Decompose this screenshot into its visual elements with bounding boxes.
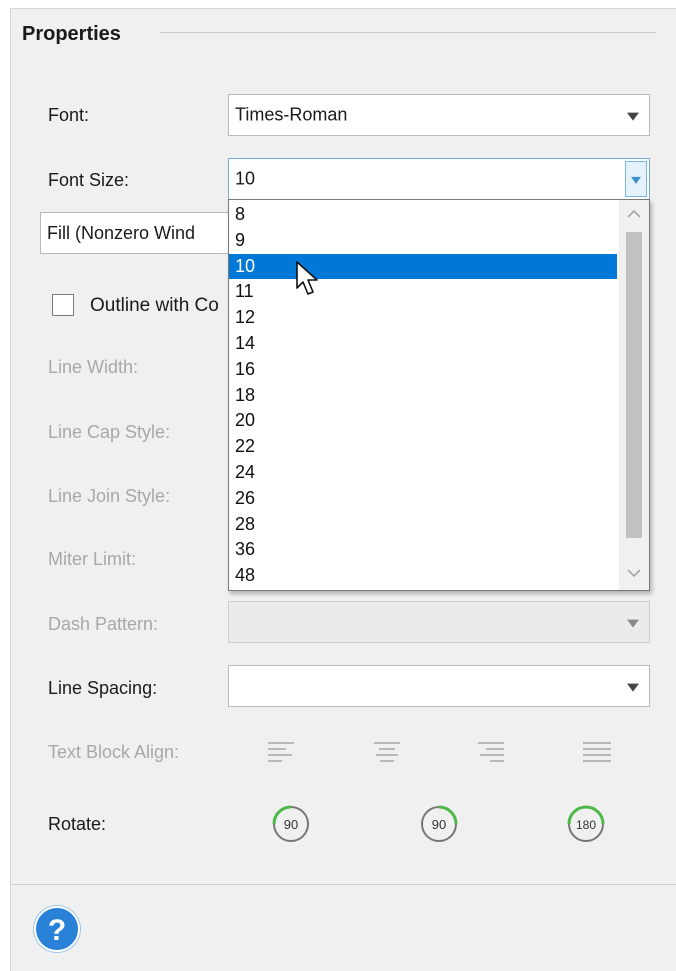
font-size-label: Font Size:	[48, 170, 130, 190]
font-size-option[interactable]: 8	[229, 202, 617, 228]
rotate-cw-90-icon[interactable]: 90	[419, 804, 459, 844]
font-label: Font:	[48, 105, 90, 125]
font-select[interactable]: Times-Roman	[228, 94, 650, 136]
font-size-dropdown-list: 8 9 10 11 12 14 16 18 20 22 24 26 28 36 48	[228, 199, 650, 591]
outline-checkbox-label: Outline with Co	[90, 295, 219, 316]
text-block-align-label: Text Block Align:	[48, 742, 180, 762]
rotate-ccw-90-icon[interactable]: 90	[271, 804, 311, 844]
font-size-option[interactable]: 36	[229, 537, 617, 563]
font-size-option[interactable]: 9	[229, 228, 617, 254]
scroll-thumb[interactable]	[626, 232, 642, 538]
font-size-option[interactable]: 48	[229, 563, 617, 589]
scroll-down-icon[interactable]	[619, 560, 649, 590]
chevron-down-icon	[627, 683, 639, 692]
section-divider	[160, 32, 656, 33]
font-size-option[interactable]: 11	[229, 279, 617, 305]
dash-pattern-label: Dash Pattern:	[48, 614, 159, 634]
rotate-ccw-90-text: 90	[284, 817, 298, 832]
font-size-option[interactable]: 12	[229, 305, 617, 331]
dash-pattern-select[interactable]	[228, 601, 650, 643]
line-spacing-label: Line Spacing:	[48, 678, 158, 698]
miter-limit-label: Miter Limit:	[48, 549, 137, 569]
dropdown-scrollbar[interactable]	[619, 200, 649, 590]
font-size-option[interactable]: 18	[229, 383, 617, 409]
font-size-option[interactable]: 20	[229, 408, 617, 434]
font-size-options: 8 9 10 11 12 14 16 18 20 22 24 26 28 36 48	[229, 202, 617, 589]
line-join-style-label: Line Join Style:	[48, 486, 171, 506]
align-right-icon[interactable]	[478, 742, 508, 766]
rotate-label: Rotate:	[48, 814, 107, 834]
fill-mode-select[interactable]: Fill (Nonzero Wind	[40, 212, 240, 254]
font-size-option[interactable]: 26	[229, 486, 617, 512]
rotate-180-icon[interactable]: 180	[566, 804, 606, 844]
chevron-down-icon	[631, 176, 641, 184]
footer-divider	[10, 884, 676, 885]
section-title: Properties	[22, 23, 121, 45]
font-size-option[interactable]: 28	[229, 512, 617, 538]
font-select-value: Times-Roman	[235, 104, 348, 125]
line-width-label: Line Width:	[48, 357, 139, 377]
chevron-down-icon	[627, 619, 639, 628]
fill-mode-value: Fill (Nonzero Wind	[47, 223, 196, 243]
help-icon[interactable]: ?	[34, 906, 80, 952]
align-justify-icon[interactable]	[583, 742, 613, 766]
mouse-cursor-icon	[295, 260, 321, 303]
scroll-up-icon[interactable]	[619, 200, 649, 230]
font-size-option[interactable]: 24	[229, 460, 617, 486]
line-cap-style-label: Line Cap Style:	[48, 422, 171, 442]
align-center-icon[interactable]	[374, 742, 404, 766]
rotate-cw-90-text: 90	[432, 817, 446, 832]
font-size-dropdown-button[interactable]	[625, 161, 647, 197]
line-spacing-select[interactable]	[228, 665, 650, 707]
font-size-select-value: 10	[235, 168, 256, 189]
align-left-icon[interactable]	[268, 742, 298, 766]
font-size-option[interactable]: 14	[229, 331, 617, 357]
outline-checkbox[interactable]	[52, 294, 74, 316]
font-size-select[interactable]: 10	[228, 158, 650, 200]
chevron-down-icon	[627, 112, 639, 121]
rotate-180-text: 180	[576, 818, 596, 832]
font-size-option[interactable]: 22	[229, 434, 617, 460]
font-size-option[interactable]: 10	[229, 253, 617, 280]
font-size-option[interactable]: 16	[229, 357, 617, 383]
